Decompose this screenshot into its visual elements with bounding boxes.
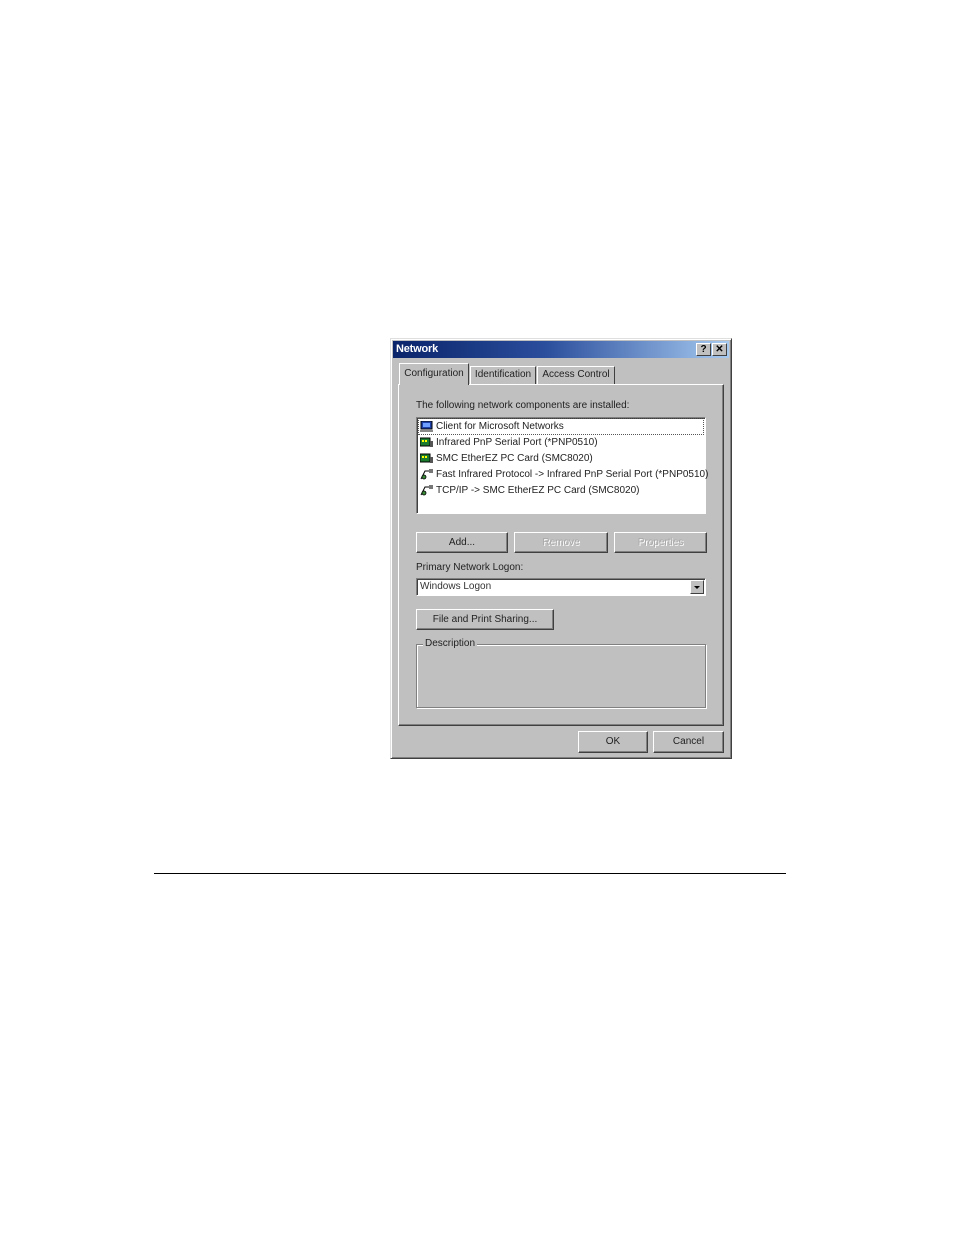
list-item-label: Client for Microsoft Networks xyxy=(436,421,564,432)
tab-access-control[interactable]: Access Control xyxy=(537,366,615,384)
components-label: The following network components are ins… xyxy=(416,400,630,411)
list-item[interactable]: Client for Microsoft Networks xyxy=(418,418,704,435)
client-icon xyxy=(420,420,433,432)
configuration-panel: The following network components are ins… xyxy=(398,384,724,726)
add-button[interactable]: Add... xyxy=(416,532,508,553)
list-item-label: TCP/IP -> SMC EtherEZ PC Card (SMC8020) xyxy=(436,485,640,496)
adapter-icon xyxy=(419,437,433,448)
list-item-label: Infrared PnP Serial Port (*PNP0510) xyxy=(436,437,598,448)
tab-configuration[interactable]: Configuration xyxy=(399,363,469,385)
list-item[interactable]: Infrared PnP Serial Port (*PNP0510) xyxy=(419,435,705,450)
tab-identification[interactable]: Identification xyxy=(470,366,536,384)
primary-logon-label: Primary Network Logon: xyxy=(416,562,524,573)
protocol-icon xyxy=(420,485,433,496)
list-item[interactable]: SMC EtherEZ PC Card (SMC8020) xyxy=(419,451,705,466)
description-group: Description xyxy=(416,638,706,708)
list-item-label: SMC EtherEZ PC Card (SMC8020) xyxy=(436,453,593,464)
components-list[interactable]: Client for Microsoft Networks Infrared P… xyxy=(416,417,709,514)
protocol-icon xyxy=(420,469,433,480)
primary-logon-select[interactable]: Windows Logon xyxy=(416,578,706,596)
list-item-label: Fast Infrared Protocol -> Infrared PnP S… xyxy=(436,469,709,480)
dropdown-arrow-icon[interactable] xyxy=(690,580,704,594)
remove-button[interactable]: Remove xyxy=(514,532,608,553)
title-bar[interactable]: Network ? ✕ xyxy=(393,341,729,358)
help-button[interactable]: ? xyxy=(696,343,711,356)
list-item[interactable]: Fast Infrared Protocol -> Infrared PnP S… xyxy=(419,467,709,482)
ok-button[interactable]: OK xyxy=(578,731,648,753)
window-title: Network xyxy=(396,343,438,355)
list-item[interactable]: TCP/IP -> SMC EtherEZ PC Card (SMC8020) xyxy=(419,483,705,498)
adapter-icon xyxy=(419,453,433,464)
close-button[interactable]: ✕ xyxy=(712,343,727,356)
cancel-button[interactable]: Cancel xyxy=(653,731,724,753)
page-divider xyxy=(154,873,786,874)
file-print-sharing-button[interactable]: File and Print Sharing... xyxy=(416,609,554,630)
description-label: Description xyxy=(423,638,478,649)
primary-logon-value: Windows Logon xyxy=(420,581,492,592)
network-dialog: Network ? ✕ Configuration Identification… xyxy=(390,338,732,759)
properties-button[interactable]: Properties xyxy=(614,532,707,553)
